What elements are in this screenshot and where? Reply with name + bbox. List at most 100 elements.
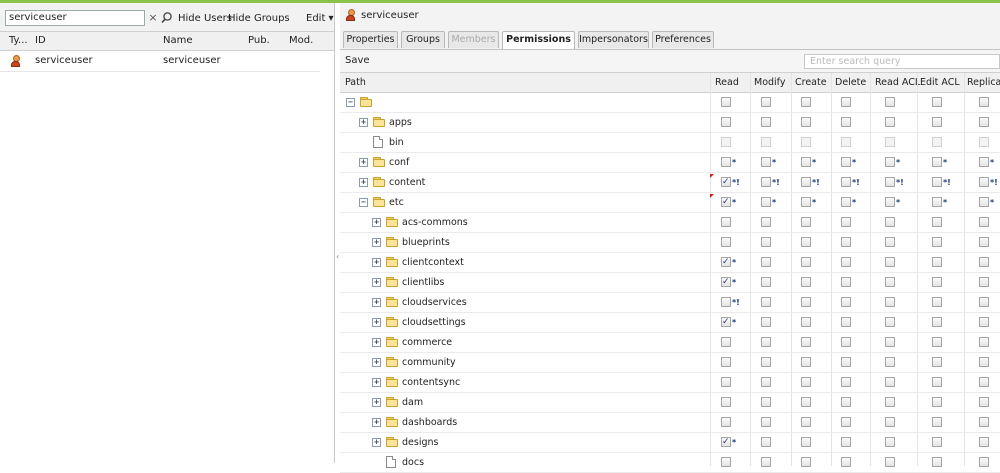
read-checkbox[interactable] bbox=[721, 417, 731, 427]
create-checkbox[interactable] bbox=[801, 157, 811, 167]
node-name[interactable]: conf bbox=[389, 157, 409, 168]
edit-acl-checkbox[interactable] bbox=[932, 357, 942, 367]
replicate-checkbox[interactable] bbox=[979, 317, 989, 327]
read-checkbox[interactable] bbox=[721, 397, 731, 407]
read-acl-checkbox[interactable] bbox=[885, 457, 895, 467]
create-checkbox[interactable] bbox=[801, 397, 811, 407]
delete-checkbox[interactable] bbox=[841, 157, 851, 167]
expand-icon[interactable]: + bbox=[372, 218, 381, 227]
permission-row[interactable]: + dam bbox=[340, 393, 1000, 413]
read-checkbox[interactable] bbox=[721, 337, 731, 347]
column-header-read[interactable]: Read bbox=[715, 77, 739, 88]
column-header-name[interactable]: Name bbox=[163, 35, 193, 46]
create-checkbox[interactable] bbox=[801, 377, 811, 387]
create-checkbox[interactable] bbox=[801, 277, 811, 287]
column-header-replicate[interactable]: Replicate bbox=[967, 77, 1000, 88]
replicate-checkbox[interactable] bbox=[979, 437, 989, 447]
read-acl-checkbox[interactable] bbox=[885, 437, 895, 447]
node-name[interactable]: clientlibs bbox=[402, 277, 444, 288]
create-checkbox[interactable] bbox=[801, 117, 811, 127]
create-checkbox[interactable] bbox=[801, 437, 811, 447]
tab-impersonators[interactable]: Impersonators bbox=[578, 31, 649, 48]
expand-icon[interactable]: + bbox=[372, 258, 381, 267]
create-checkbox[interactable] bbox=[801, 457, 811, 467]
node-name[interactable]: designs bbox=[402, 437, 438, 448]
tab-properties[interactable]: Properties bbox=[343, 31, 398, 48]
collapse-icon[interactable]: − bbox=[359, 198, 368, 207]
modify-checkbox[interactable] bbox=[761, 257, 771, 267]
replicate-checkbox[interactable] bbox=[979, 217, 989, 227]
permission-row[interactable]: + clientlibs * bbox=[340, 273, 1000, 293]
modify-checkbox[interactable] bbox=[761, 417, 771, 427]
column-header-type[interactable]: Ty... bbox=[9, 35, 28, 46]
node-name[interactable]: apps bbox=[389, 117, 412, 128]
tab-groups[interactable]: Groups bbox=[401, 31, 445, 48]
hide-users-button[interactable]: Hide Users bbox=[178, 13, 232, 24]
read-checkbox[interactable] bbox=[721, 257, 731, 267]
modify-checkbox[interactable] bbox=[761, 357, 771, 367]
replicate-checkbox[interactable] bbox=[979, 337, 989, 347]
read-acl-checkbox[interactable] bbox=[885, 197, 895, 207]
modify-checkbox[interactable] bbox=[761, 297, 771, 307]
modify-checkbox[interactable] bbox=[761, 397, 771, 407]
node-name[interactable]: content bbox=[389, 177, 425, 188]
column-header-pub[interactable]: Pub. bbox=[248, 35, 270, 46]
read-acl-checkbox[interactable] bbox=[885, 357, 895, 367]
delete-checkbox[interactable] bbox=[841, 97, 851, 107]
create-checkbox[interactable] bbox=[801, 97, 811, 107]
replicate-checkbox[interactable] bbox=[979, 177, 989, 187]
expand-icon[interactable]: + bbox=[372, 418, 381, 427]
create-checkbox[interactable] bbox=[801, 417, 811, 427]
read-checkbox[interactable] bbox=[721, 457, 731, 467]
node-name[interactable]: community bbox=[402, 357, 456, 368]
create-checkbox[interactable] bbox=[801, 217, 811, 227]
modify-checkbox[interactable] bbox=[761, 237, 771, 247]
modify-checkbox[interactable] bbox=[761, 197, 771, 207]
replicate-checkbox[interactable] bbox=[979, 377, 989, 387]
replicate-checkbox[interactable] bbox=[979, 277, 989, 287]
modify-checkbox[interactable] bbox=[761, 437, 771, 447]
create-checkbox[interactable] bbox=[801, 357, 811, 367]
create-checkbox[interactable] bbox=[801, 197, 811, 207]
node-name[interactable]: cloudsettings bbox=[402, 317, 466, 328]
delete-checkbox[interactable] bbox=[841, 337, 851, 347]
column-header-path[interactable]: Path bbox=[345, 77, 366, 88]
delete-checkbox[interactable] bbox=[841, 297, 851, 307]
modify-checkbox[interactable] bbox=[761, 277, 771, 287]
permission-row[interactable]: + dashboards bbox=[340, 413, 1000, 433]
permission-row[interactable]: + apps bbox=[340, 113, 1000, 133]
column-header-modify[interactable]: Modify bbox=[754, 77, 785, 88]
collapse-icon[interactable]: − bbox=[346, 98, 355, 107]
edit-acl-checkbox[interactable] bbox=[932, 177, 942, 187]
edit-acl-checkbox[interactable] bbox=[932, 217, 942, 227]
delete-checkbox[interactable] bbox=[841, 257, 851, 267]
edit-acl-checkbox[interactable] bbox=[932, 297, 942, 307]
create-checkbox[interactable] bbox=[801, 337, 811, 347]
read-acl-checkbox[interactable] bbox=[885, 297, 895, 307]
replicate-checkbox[interactable] bbox=[979, 417, 989, 427]
edit-menu-button[interactable]: Edit ▾ bbox=[306, 13, 334, 24]
edit-acl-checkbox[interactable] bbox=[932, 197, 942, 207]
read-checkbox[interactable] bbox=[721, 197, 731, 207]
modify-checkbox[interactable] bbox=[761, 377, 771, 387]
node-name[interactable]: bin bbox=[389, 137, 404, 148]
expand-icon[interactable]: + bbox=[372, 358, 381, 367]
replicate-checkbox[interactable] bbox=[979, 197, 989, 207]
modify-checkbox[interactable] bbox=[761, 217, 771, 227]
delete-checkbox[interactable] bbox=[841, 177, 851, 187]
hide-groups-button[interactable]: Hide Groups bbox=[228, 13, 290, 24]
read-acl-checkbox[interactable] bbox=[885, 177, 895, 187]
read-checkbox[interactable] bbox=[721, 317, 731, 327]
read-acl-checkbox[interactable] bbox=[885, 417, 895, 427]
read-checkbox[interactable] bbox=[721, 437, 731, 447]
expand-icon[interactable]: + bbox=[359, 118, 368, 127]
modify-checkbox[interactable] bbox=[761, 157, 771, 167]
edit-acl-checkbox[interactable] bbox=[932, 117, 942, 127]
create-checkbox[interactable] bbox=[801, 257, 811, 267]
delete-checkbox[interactable] bbox=[841, 417, 851, 427]
replicate-checkbox[interactable] bbox=[979, 397, 989, 407]
permission-row[interactable]: docs bbox=[340, 453, 1000, 473]
read-acl-checkbox[interactable] bbox=[885, 237, 895, 247]
node-name[interactable]: clientcontext bbox=[402, 257, 464, 268]
column-header-edit-acl[interactable]: Edit ACL bbox=[920, 77, 960, 88]
